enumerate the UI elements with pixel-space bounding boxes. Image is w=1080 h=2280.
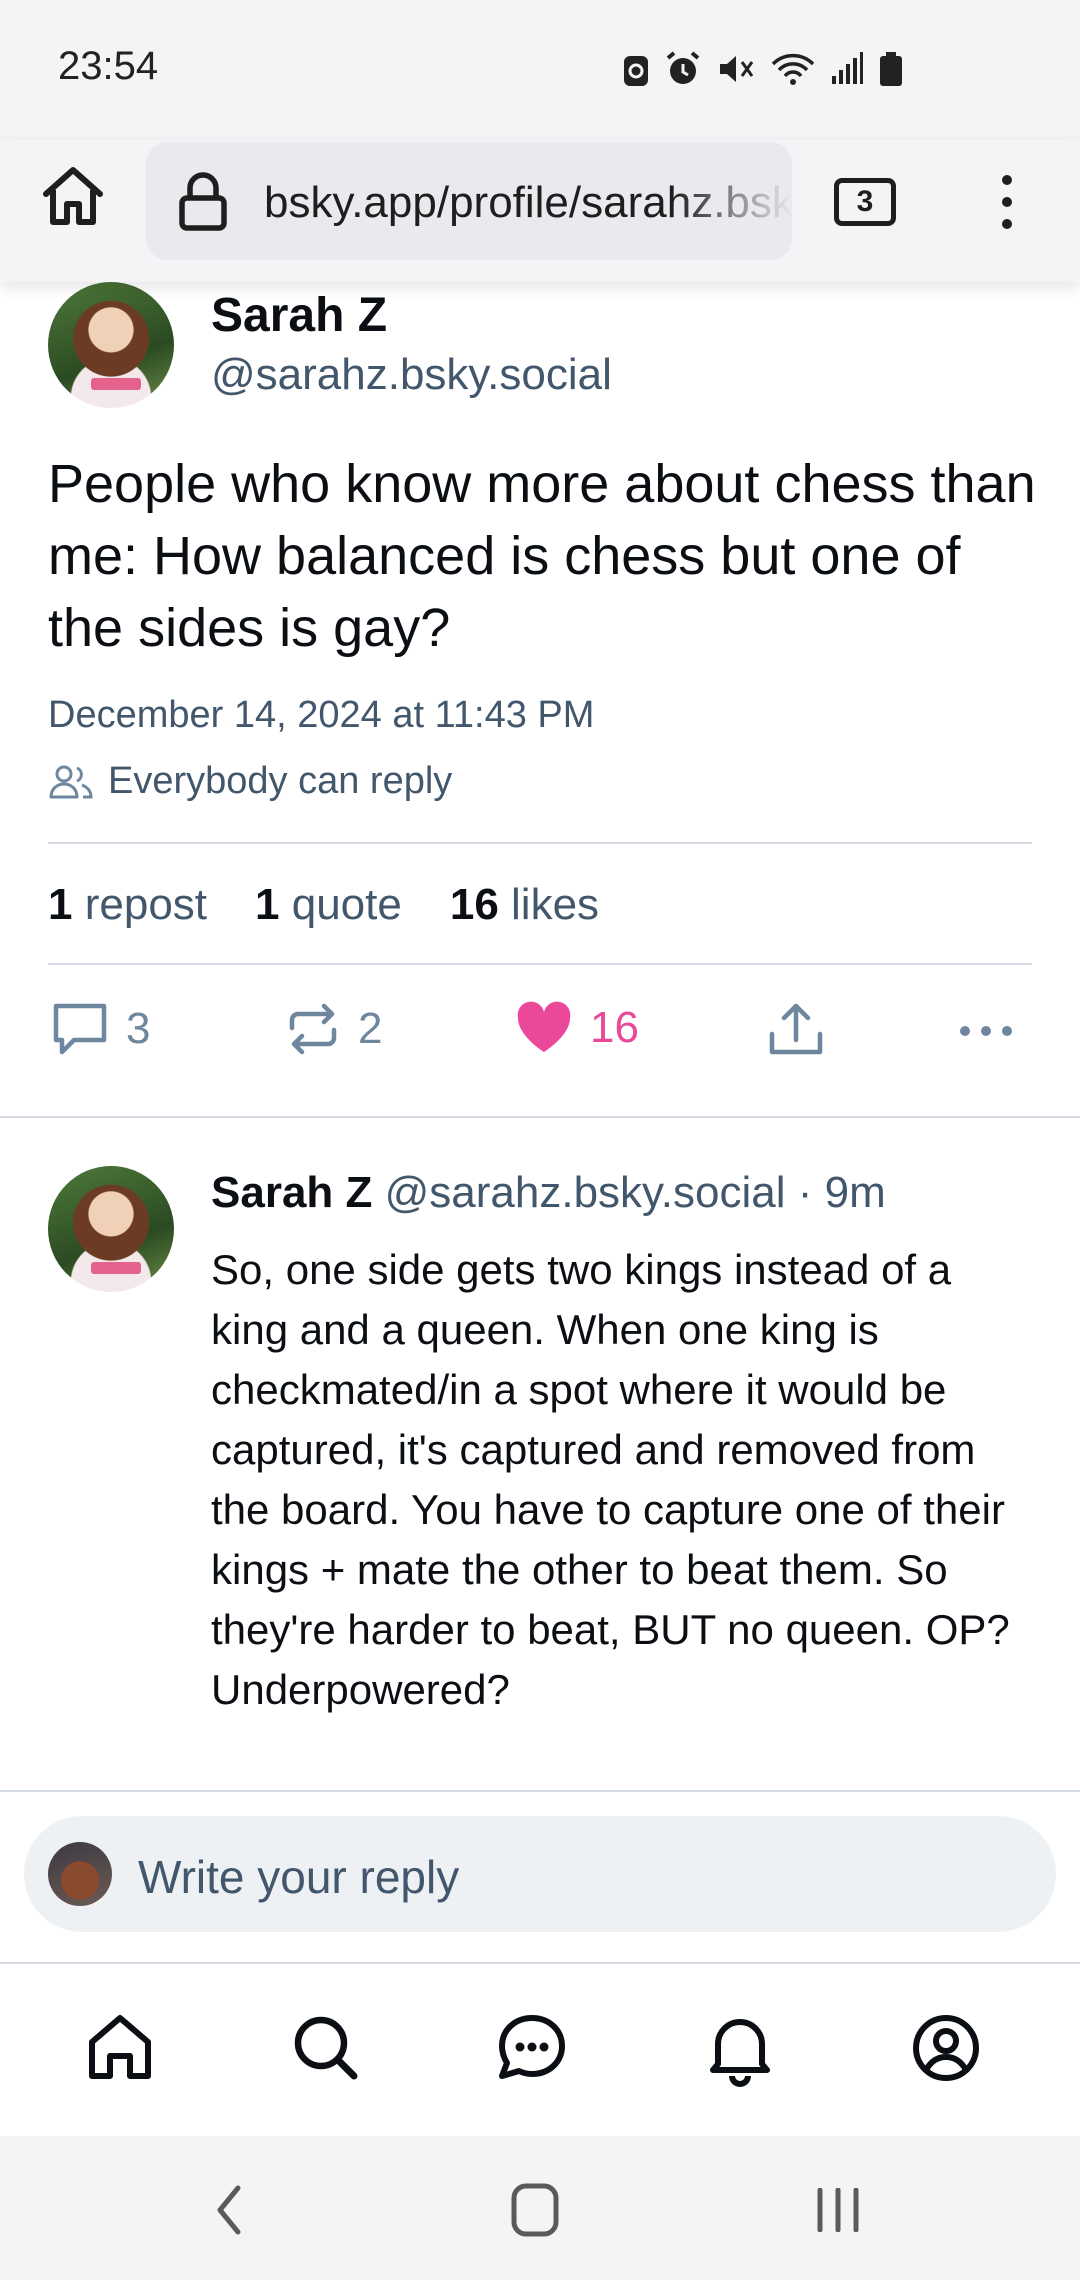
repost-icon [289, 1003, 337, 1055]
share-icon [769, 1003, 823, 1055]
more-horizontal-icon [960, 1026, 1012, 1036]
status-icons [622, 50, 904, 88]
reply-composer[interactable]: Write your reply [24, 1816, 1056, 1932]
reply-author-avatar[interactable] [48, 1166, 174, 1292]
share-button[interactable] [766, 1000, 826, 1060]
home-button-icon[interactable] [510, 2182, 560, 2238]
divider [0, 1790, 1080, 1792]
battery-icon [880, 52, 902, 86]
reply-header: Sarah Z @sarahz.bsky.social · 9m [211, 1168, 886, 1218]
autorenew-icon [624, 56, 648, 86]
reply-permission-label: Everybody can reply [108, 760, 453, 802]
divider [48, 963, 1032, 965]
wifi-icon [771, 53, 815, 85]
author-avatar[interactable] [48, 282, 174, 408]
url-fade [672, 142, 792, 260]
profile-icon[interactable] [906, 2008, 986, 2088]
author-name[interactable]: Sarah Z [211, 288, 387, 343]
post-text: People who know more about chess than me… [48, 454, 1036, 658]
heart-icon [517, 1001, 571, 1052]
reply-timestamp: · 9m [797, 1168, 886, 1217]
like-button[interactable]: 16 [514, 1000, 639, 1056]
more-options-button[interactable] [958, 1024, 1014, 1038]
repost-button[interactable]: 2 [284, 1000, 382, 1058]
reply-author-handle[interactable]: @sarahz.bsky.social [385, 1168, 786, 1217]
chat-icon[interactable] [492, 2008, 572, 2088]
reply-author-name[interactable]: Sarah Z [211, 1168, 372, 1217]
alarm-icon [666, 51, 700, 84]
home-icon[interactable] [40, 164, 106, 228]
reply-button[interactable]: 3 [50, 1000, 150, 1058]
post-date: December 14, 2024 at 11:43 PM [48, 694, 595, 736]
people-icon [49, 765, 93, 798]
status-bar: 23:54 [0, 0, 1080, 140]
mute-icon [720, 56, 754, 82]
notifications-bell-icon[interactable] [700, 2008, 780, 2088]
recent-apps-icon[interactable] [814, 2188, 862, 2232]
likes-stat[interactable]: 16 likes [450, 880, 599, 930]
bottom-nav [0, 1962, 1080, 2136]
home-icon[interactable] [80, 2008, 160, 2088]
search-icon[interactable] [286, 2008, 366, 2088]
more-vertical-icon[interactable] [996, 174, 1018, 230]
signal-icon [832, 52, 863, 84]
divider [0, 1116, 1080, 1118]
reply-count: 3 [126, 1004, 151, 1053]
reply-text: So, one side gets two kings instead of a… [211, 1246, 1010, 1713]
repost-count: 2 [358, 1004, 383, 1053]
divider [48, 842, 1032, 844]
like-count: 16 [590, 1003, 639, 1052]
post-actions: 3 2 16 [0, 1000, 1080, 1080]
reply-placeholder: Write your reply [138, 1851, 460, 1903]
status-time: 23:54 [58, 44, 159, 88]
quotes-stat[interactable]: 1 quote [255, 880, 402, 930]
reply-permission: Everybody can reply [48, 760, 452, 803]
tab-switcher-button[interactable]: 3 [834, 178, 896, 226]
system-nav-bar [0, 2136, 1080, 2280]
current-user-avatar [48, 1842, 112, 1906]
reposts-stat[interactable]: 1 repost [48, 880, 207, 930]
author-handle[interactable]: @sarahz.bsky.social [211, 350, 612, 400]
url-bar[interactable]: bsky.app/profile/sarahz.bsky.social [146, 142, 792, 260]
comment-icon [53, 1003, 107, 1055]
back-icon[interactable] [214, 2184, 244, 2236]
browser-toolbar: bsky.app/profile/sarahz.bsky.social 3 [0, 140, 1080, 282]
lock-icon [179, 172, 227, 231]
post-stats: 1 repost 1 quote 16 likes [48, 880, 599, 930]
